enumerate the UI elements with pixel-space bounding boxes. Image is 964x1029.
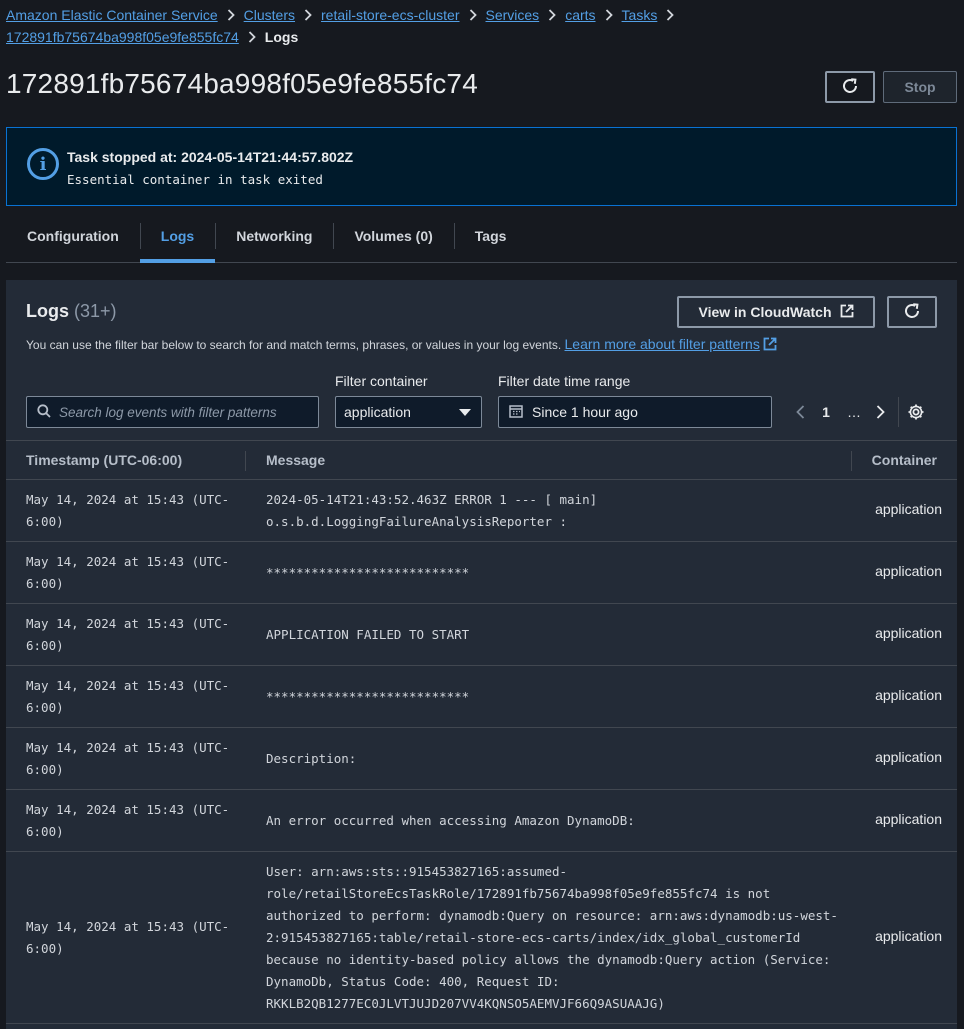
row-timestamp: May 14, 2024 at 15:43 (UTC-6:00) (26, 554, 230, 591)
breadcrumb-cluster-name[interactable]: retail-store-ecs-cluster (321, 4, 459, 26)
table-row[interactable]: May 14, 2024 at 15:43 (UTC-6:00) *******… (6, 542, 957, 604)
breadcrumb-task-id[interactable]: 172891fb75674ba998f05e9fe855fc74 (6, 26, 239, 48)
chevron-right-icon (227, 9, 235, 21)
row-message: User: arn:aws:sts::915453827165:assumed-… (266, 864, 838, 1011)
row-container: application (875, 687, 942, 703)
row-timestamp: May 14, 2024 at 15:43 (UTC-6:00) (26, 616, 230, 653)
caret-down-icon (459, 404, 471, 420)
breadcrumb-ecs[interactable]: Amazon Elastic Container Service (6, 4, 218, 26)
logs-description: You can use the filter bar below to sear… (26, 336, 777, 352)
breadcrumb-current: Logs (264, 29, 299, 45)
row-timestamp: May 14, 2024 at 15:43 (UTC-6:00) (26, 492, 230, 529)
row-container: application (875, 625, 942, 641)
alert-message: Essential container in task exited (67, 172, 323, 187)
tab-volumes[interactable]: Volumes (0) (333, 210, 453, 262)
row-message: APPLICATION FAILED TO START (266, 627, 470, 642)
page-title: 172891fb75674ba998f05e9fe855fc74 (6, 68, 478, 99)
column-divider[interactable] (245, 451, 246, 471)
logs-panel: Logs (31+) View in CloudWatch You can us… (6, 280, 957, 1029)
chevron-right-icon (304, 9, 312, 21)
settings-icon[interactable] (907, 403, 925, 421)
chevron-right-icon (666, 9, 675, 21)
row-message: *************************** (266, 689, 470, 704)
tab-tags[interactable]: Tags (453, 210, 528, 262)
tab-bar: Configuration Logs Networking Volumes (0… (6, 210, 957, 263)
refresh-icon (841, 77, 859, 98)
pager-divider (898, 397, 899, 427)
chevron-left-icon[interactable] (788, 405, 812, 419)
filter-date-value: Since 1 hour ago (532, 404, 638, 420)
filter-container-label: Filter container (335, 373, 428, 389)
column-timestamp[interactable]: Timestamp (UTC-06:00) (26, 452, 182, 468)
refresh-task-button[interactable] (825, 71, 875, 103)
row-message: An error occurred when accessing Amazon … (266, 813, 635, 828)
tab-configuration[interactable]: Configuration (6, 210, 140, 262)
external-link-icon (840, 304, 854, 321)
task-stopped-alert: i Task stopped at: 2024-05-14T21:44:57.8… (6, 127, 957, 206)
page-ellipsis: … (847, 404, 861, 420)
table-row[interactable]: May 14, 2024 at 15:43 (UTC-6:00) *******… (6, 666, 957, 728)
table-row[interactable]: May 14, 2024 at 15:43 (UTC-6:00) Descrip… (6, 728, 957, 790)
info-icon: i (27, 148, 59, 180)
chevron-right-icon (248, 31, 256, 43)
table-row[interactable]: May 14, 2024 at 15:43 (UTC-6:00) An erro… (6, 790, 957, 852)
chevron-right-icon (548, 9, 556, 21)
breadcrumb-clusters[interactable]: Clusters (244, 4, 295, 26)
external-link-icon (763, 337, 777, 352)
table-row[interactable]: May 14, 2024 at 15:43 (UTC-6:00) User: a… (6, 852, 957, 1024)
chevron-right-icon (605, 9, 613, 21)
alert-title: Task stopped at: 2024-05-14T21:44:57.802… (67, 149, 354, 165)
row-container: application (875, 811, 942, 827)
chevron-right-icon[interactable] (868, 405, 892, 419)
learn-more-link[interactable]: Learn more about filter patterns (565, 336, 760, 352)
filter-date-label: Filter date time range (498, 373, 631, 389)
search-input[interactable] (59, 404, 299, 420)
row-container: application (875, 563, 942, 579)
row-container: application (875, 749, 942, 765)
breadcrumb-services[interactable]: Services (486, 4, 540, 26)
filter-container-select[interactable]: application (335, 396, 482, 428)
filter-container-value: application (344, 404, 411, 420)
view-in-cloudwatch-button[interactable]: View in CloudWatch (677, 296, 875, 328)
page-number[interactable]: 1 (812, 404, 840, 420)
column-divider[interactable] (851, 451, 852, 471)
row-container: application (875, 928, 942, 944)
logs-title-text: Logs (26, 301, 69, 321)
breadcrumb: Amazon Elastic Container Service Cluster… (6, 4, 956, 48)
search-icon (37, 403, 51, 421)
row-timestamp: May 14, 2024 at 15:43 (UTC-6:00) (26, 678, 230, 715)
calendar-icon (509, 404, 523, 421)
breadcrumb-tasks[interactable]: Tasks (622, 4, 658, 26)
logs-description-text: You can use the filter bar below to sear… (26, 338, 562, 352)
logs-count: (31+) (74, 301, 117, 321)
chevron-right-icon (469, 9, 477, 21)
breadcrumb-service-name[interactable]: carts (565, 4, 595, 26)
refresh-logs-button[interactable] (887, 296, 937, 328)
table-row[interactable]: May 14, 2024 at 15:43 (UTC-6:00) 2024-05… (6, 480, 957, 542)
cloudwatch-label: View in CloudWatch (698, 304, 832, 320)
row-message: 2024-05-14T21:43:52.463Z ERROR 1 --- [ m… (266, 492, 598, 529)
logs-title: Logs (31+) (26, 301, 117, 322)
row-container: application (875, 501, 942, 517)
row-message: Description: (266, 751, 357, 766)
log-search-field[interactable] (26, 396, 319, 428)
tab-networking[interactable]: Networking (215, 210, 333, 262)
filter-date-range[interactable]: Since 1 hour ago (498, 396, 772, 428)
row-timestamp: May 14, 2024 at 15:43 (UTC-6:00) (26, 802, 230, 839)
tab-logs[interactable]: Logs (139, 210, 216, 263)
row-timestamp: May 14, 2024 at 15:43 (UTC-6:00) (26, 740, 230, 777)
row-timestamp: May 14, 2024 at 15:43 (UTC-6:00) (26, 919, 230, 956)
column-container[interactable]: Container (872, 452, 937, 468)
row-message: *************************** (266, 565, 470, 580)
log-events-table: Timestamp (UTC-06:00) Message Container … (6, 440, 957, 1024)
table-header: Timestamp (UTC-06:00) Message Container (6, 440, 957, 480)
stop-button[interactable]: Stop (883, 71, 957, 103)
refresh-icon (903, 302, 921, 323)
table-row[interactable]: May 14, 2024 at 15:43 (UTC-6:00) APPLICA… (6, 604, 957, 666)
column-message[interactable]: Message (266, 452, 325, 468)
pagination: 1 … (788, 396, 925, 428)
